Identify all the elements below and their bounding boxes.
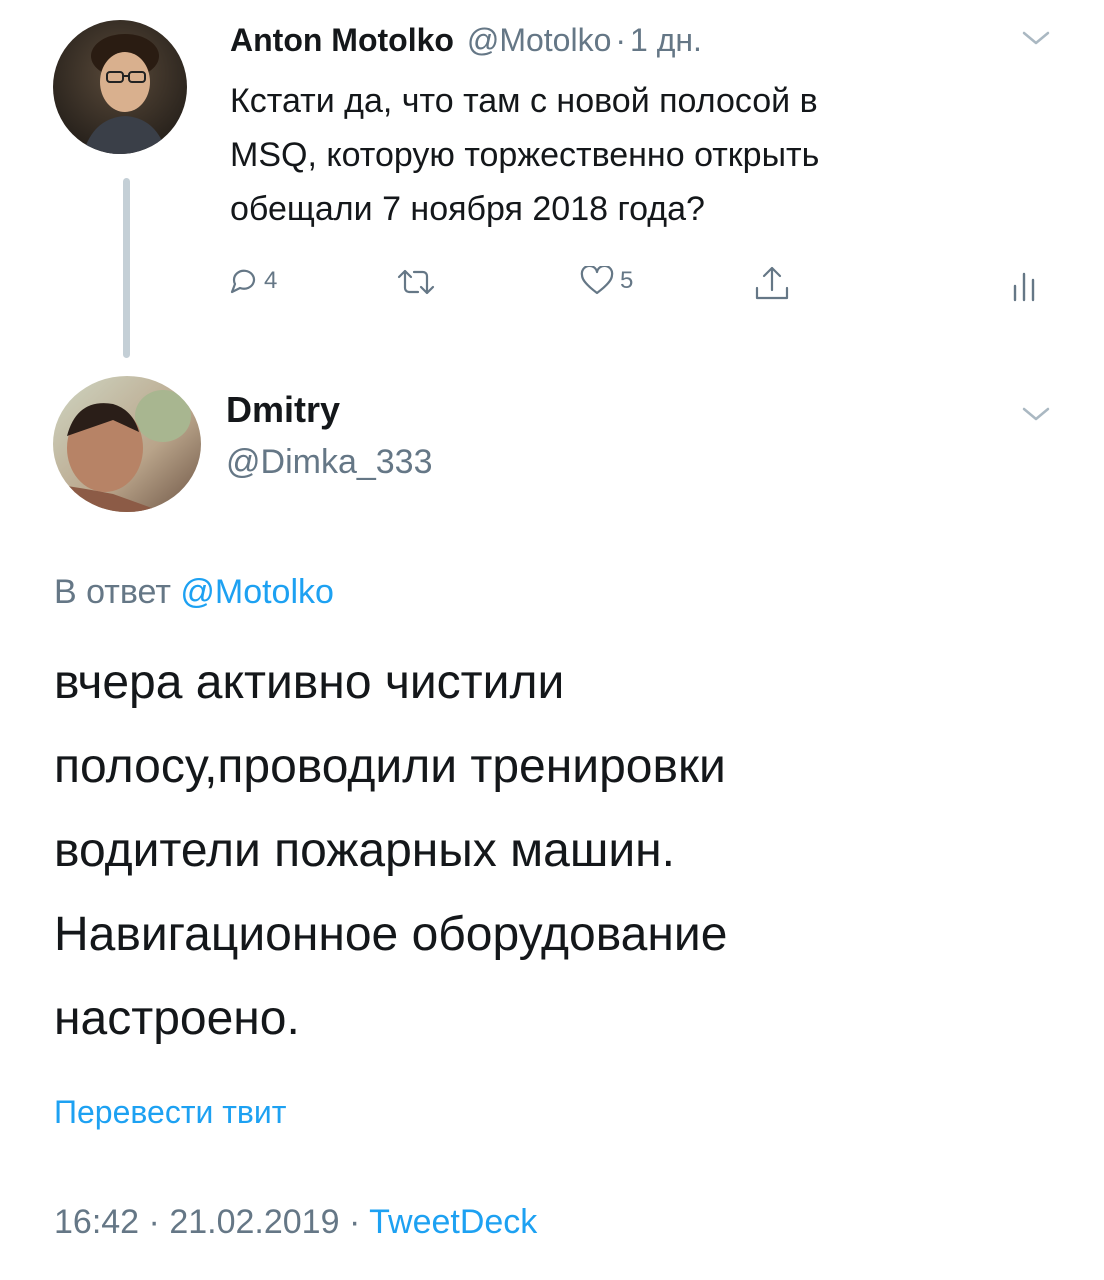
avatar-dmitry[interactable] xyxy=(53,376,201,512)
main-text-line: вчера активно чистили xyxy=(54,656,565,709)
analytics-button[interactable] xyxy=(1010,268,1040,302)
main-author-name[interactable]: Dmitry xyxy=(226,388,340,432)
main-text-line: водители пожарных машин. xyxy=(54,824,675,877)
parent-text-line: MSQ, которую торжественно открыть xyxy=(230,136,820,174)
translate-tweet-link[interactable]: Перевести твит xyxy=(54,1092,286,1132)
parent-author-handle[interactable]: @Motolko xyxy=(467,22,612,58)
main-author-handle[interactable]: @Dimka_333 xyxy=(226,440,433,484)
like-count: 5 xyxy=(620,267,634,294)
reply-context: В ответ @Motolko xyxy=(54,570,334,614)
tweet-timestamp-row: 16:42 · 21.02.2019 · TweetDeck xyxy=(54,1200,537,1244)
share-icon xyxy=(755,266,789,300)
main-tweet-text: вчера активно чистили полосу,проводили т… xyxy=(54,641,727,1061)
main-text-line: настроено. xyxy=(54,992,300,1045)
main-chevron-down-icon[interactable] xyxy=(1020,404,1052,429)
parent-text-line: обещали 7 ноября 2018 года? xyxy=(230,190,705,228)
source-separator: · xyxy=(348,1203,361,1241)
parent-author-name[interactable]: Anton Motolko xyxy=(230,22,454,58)
parent-time-ago[interactable]: 1 дн. xyxy=(630,22,702,58)
tweet-source-link[interactable]: TweetDeck xyxy=(369,1203,537,1241)
retweet-icon xyxy=(397,269,435,295)
parent-text-line: Кстати да, что там с новой полосой в xyxy=(230,82,818,120)
retweet-button[interactable] xyxy=(396,268,436,296)
reply-prefix: В ответ xyxy=(54,573,171,611)
tweet-date[interactable]: 21.02.2019 xyxy=(169,1203,339,1241)
main-text-line: Навигационное оборудование xyxy=(54,908,728,961)
parent-header-separator: · xyxy=(615,22,627,58)
reply-button[interactable]: 4 xyxy=(228,266,277,296)
timestamp-separator: · xyxy=(148,1203,160,1241)
analytics-icon xyxy=(1013,272,1035,302)
tweet-time[interactable]: 16:42 xyxy=(54,1203,139,1241)
reply-icon xyxy=(230,269,256,294)
person-photo xyxy=(53,20,187,154)
person-photo xyxy=(53,376,201,512)
parent-chevron-down-icon[interactable] xyxy=(1020,28,1052,53)
parent-tweet-text: Кстати да, что там с новой полосой в MSQ… xyxy=(230,74,819,236)
avatar-anton-motolko[interactable] xyxy=(53,20,187,154)
reply-count: 4 xyxy=(264,267,278,294)
share-button[interactable] xyxy=(752,264,792,304)
reply-to-mention[interactable]: @Motolko xyxy=(180,573,334,611)
thread-connector-line xyxy=(123,178,130,358)
parent-tweet-header: Anton Motolko @Motolko · 1 дн. xyxy=(230,20,702,60)
main-text-line: полосу,проводили тренировки xyxy=(54,740,726,793)
heart-icon xyxy=(580,266,614,295)
like-button[interactable]: 5 xyxy=(580,266,633,296)
